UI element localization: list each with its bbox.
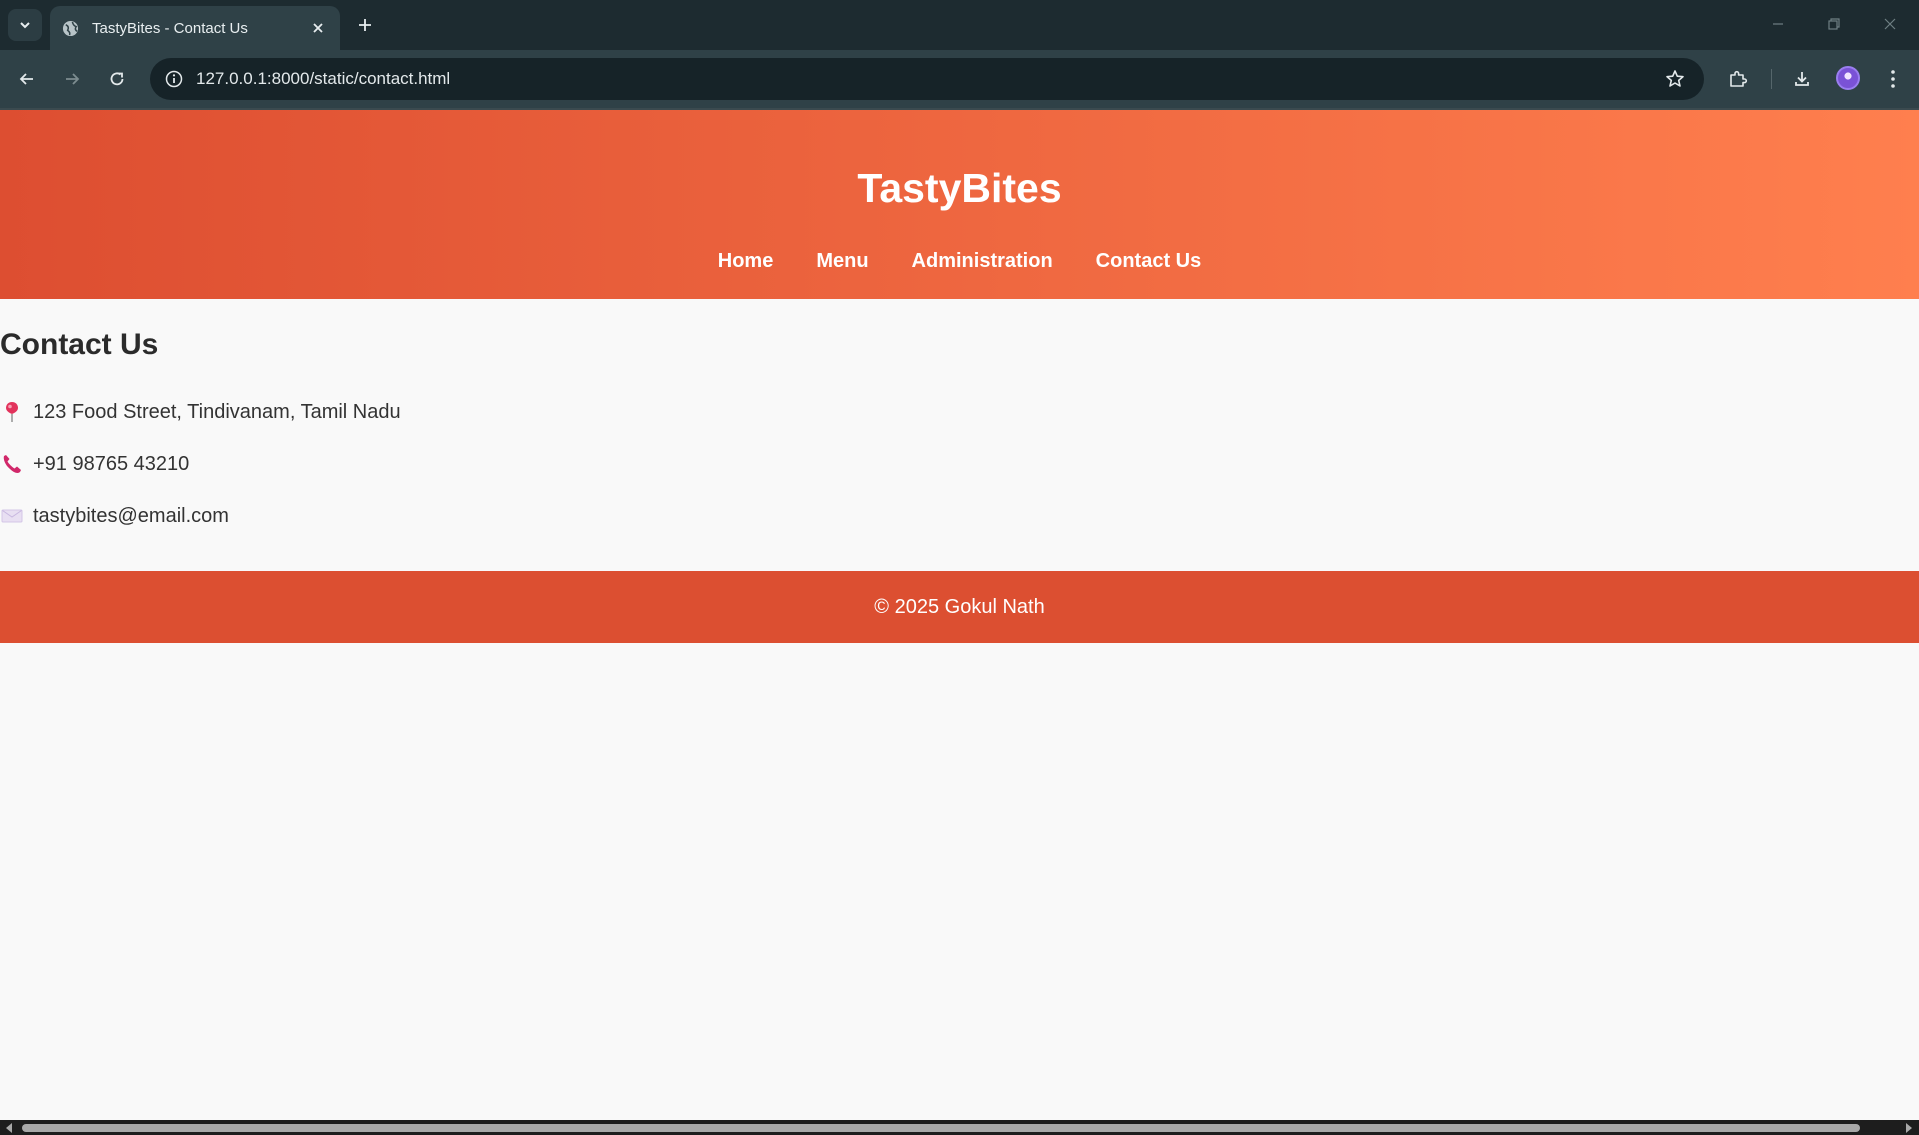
- email-text[interactable]: tastybites@email.com: [33, 505, 229, 528]
- kebab-menu-icon: [1891, 70, 1895, 88]
- puzzle-icon: [1730, 70, 1748, 87]
- scroll-left-arrow[interactable]: [3, 1122, 15, 1133]
- address-text: 123 Food Street, Tindivanam, Tamil Nadu: [33, 400, 401, 423]
- page-viewport: TastyBites Home Menu Administration Cont…: [0, 110, 1919, 1120]
- browser-menu-button[interactable]: [1876, 62, 1910, 96]
- bookmark-star-icon[interactable]: [1660, 64, 1690, 94]
- minimize-button[interactable]: [1758, 10, 1798, 38]
- main-nav: Home Menu Administration Contact Us: [0, 250, 1919, 273]
- contact-email: tastybites@email.com: [0, 501, 229, 531]
- profile-avatar[interactable]: [1836, 66, 1860, 90]
- nav-link-menu[interactable]: Menu: [816, 250, 868, 273]
- nav-link-home[interactable]: Home: [718, 250, 774, 273]
- arrow-right-icon: [66, 73, 80, 85]
- horizontal-scrollbar[interactable]: [0, 1120, 1919, 1135]
- back-button[interactable]: [10, 62, 44, 96]
- restore-button[interactable]: [1814, 10, 1854, 38]
- browser-toolbar: 127.0.0.1:8000/static/contact.html: [0, 50, 1919, 108]
- footer-copyright: © 2025 Gokul Nath: [874, 595, 1045, 618]
- scroll-right-arrow[interactable]: [1903, 1122, 1915, 1133]
- site-info-icon[interactable]: [162, 67, 186, 91]
- site-brand: TastyBites: [857, 165, 1062, 211]
- tab-search-button[interactable]: [8, 9, 42, 41]
- phone-icon: [0, 452, 24, 476]
- contact-address: 123 Food Street, Tindivanam, Tamil Nadu: [0, 397, 401, 427]
- scrollbar-thumb[interactable]: [22, 1124, 1860, 1132]
- envelope-icon: [0, 504, 24, 528]
- pin-icon: [0, 400, 24, 424]
- forward-button[interactable]: [55, 62, 89, 96]
- reload-icon: [110, 72, 124, 86]
- minimize-icon: [1773, 23, 1783, 25]
- browser-tabstrip: TastyBites - Contact Us: [0, 0, 1919, 50]
- new-tab-button[interactable]: [352, 12, 378, 38]
- nav-link-administration[interactable]: Administration: [912, 250, 1053, 273]
- close-tab-icon[interactable]: [308, 18, 328, 38]
- toolbar-divider: [1771, 69, 1772, 89]
- downloads-button[interactable]: [1785, 62, 1819, 96]
- url-text[interactable]: 127.0.0.1:8000/static/contact.html: [196, 69, 1660, 89]
- globe-icon: [62, 19, 80, 37]
- nav-link-contact-us[interactable]: Contact Us: [1096, 250, 1202, 273]
- close-icon: [1884, 18, 1896, 30]
- site-footer: © 2025 Gokul Nath: [0, 571, 1919, 643]
- chevron-down-icon: [20, 22, 30, 29]
- page-heading: Contact Us: [0, 328, 159, 361]
- browser-tab-active[interactable]: TastyBites - Contact Us: [50, 6, 340, 50]
- close-window-button[interactable]: [1870, 10, 1910, 38]
- contact-phone: +91 98765 43210: [0, 449, 189, 479]
- triangle-right-icon: [1906, 1122, 1912, 1133]
- download-icon: [1795, 72, 1809, 86]
- tab-title: TastyBites - Contact Us: [92, 19, 248, 37]
- plus-icon: [359, 19, 371, 31]
- extensions-button[interactable]: [1721, 62, 1755, 96]
- triangle-left-icon: [6, 1122, 12, 1133]
- restore-icon: [1828, 18, 1840, 30]
- address-bar[interactable]: 127.0.0.1:8000/static/contact.html: [150, 58, 1704, 100]
- site-header: TastyBites Home Menu Administration Cont…: [0, 110, 1919, 299]
- phone-text: +91 98765 43210: [33, 452, 190, 475]
- reload-button[interactable]: [100, 62, 134, 96]
- arrow-left-icon: [19, 73, 33, 85]
